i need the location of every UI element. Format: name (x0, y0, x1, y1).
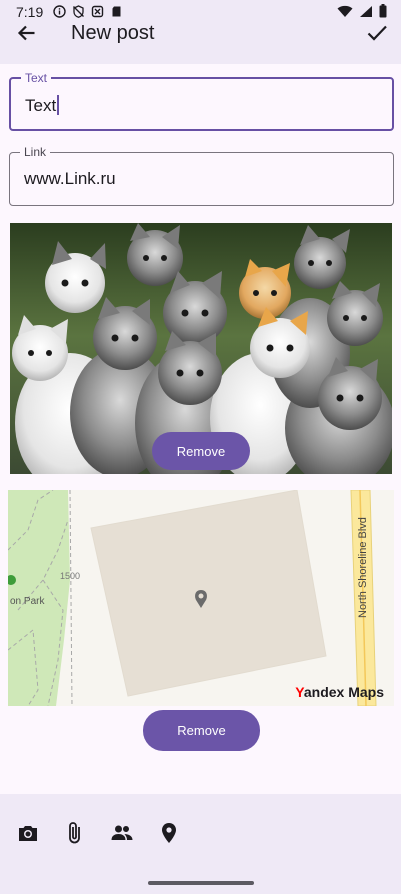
remove-map-button[interactable]: Remove (143, 710, 260, 751)
battery-icon (379, 4, 387, 23)
number-label: 1500 (60, 571, 80, 581)
signal-icon (359, 5, 373, 23)
system-icons (337, 4, 387, 23)
text-field-value[interactable]: Text (25, 95, 60, 116)
street-label: North Shoreline Blvd (357, 517, 369, 618)
text-field[interactable]: Text Text (9, 71, 394, 131)
notification-icons (53, 5, 123, 18)
bottom-toolbar (0, 794, 401, 894)
remove-photo-button[interactable]: Remove (152, 432, 250, 470)
page-title: New post (71, 22, 155, 44)
sd-card-icon (110, 5, 123, 18)
link-field-label: Link (20, 145, 51, 159)
location-map[interactable]: on Park 1500 North Shoreline Blvd Yandex… (8, 490, 394, 706)
link-field-input[interactable]: www.Link.ru (24, 169, 116, 189)
park-label: on Park (10, 596, 45, 607)
text-field-label: Text (21, 71, 52, 85)
attach-icon[interactable] (63, 821, 87, 845)
app-icon (91, 5, 104, 18)
text-cursor (57, 95, 60, 115)
text-field-input[interactable]: Text (25, 96, 56, 115)
wifi-icon (337, 5, 353, 23)
status-bar: 7:19 (0, 0, 401, 24)
camera-icon[interactable] (16, 821, 40, 845)
info-icon (53, 5, 66, 18)
check-icon[interactable] (365, 24, 389, 42)
app-bar: New post (0, 22, 401, 64)
back-arrow-icon[interactable] (14, 24, 42, 42)
link-field[interactable]: Link www.Link.ru (9, 145, 394, 206)
yandex-maps-logo: Yandex Maps (295, 684, 384, 700)
location-icon[interactable] (157, 821, 181, 845)
shield-off-icon (72, 5, 85, 18)
map-canvas: on Park 1500 North Shoreline Blvd (8, 490, 394, 706)
people-icon[interactable] (110, 821, 134, 845)
status-time: 7:19 (16, 4, 44, 20)
home-indicator[interactable] (148, 881, 254, 885)
